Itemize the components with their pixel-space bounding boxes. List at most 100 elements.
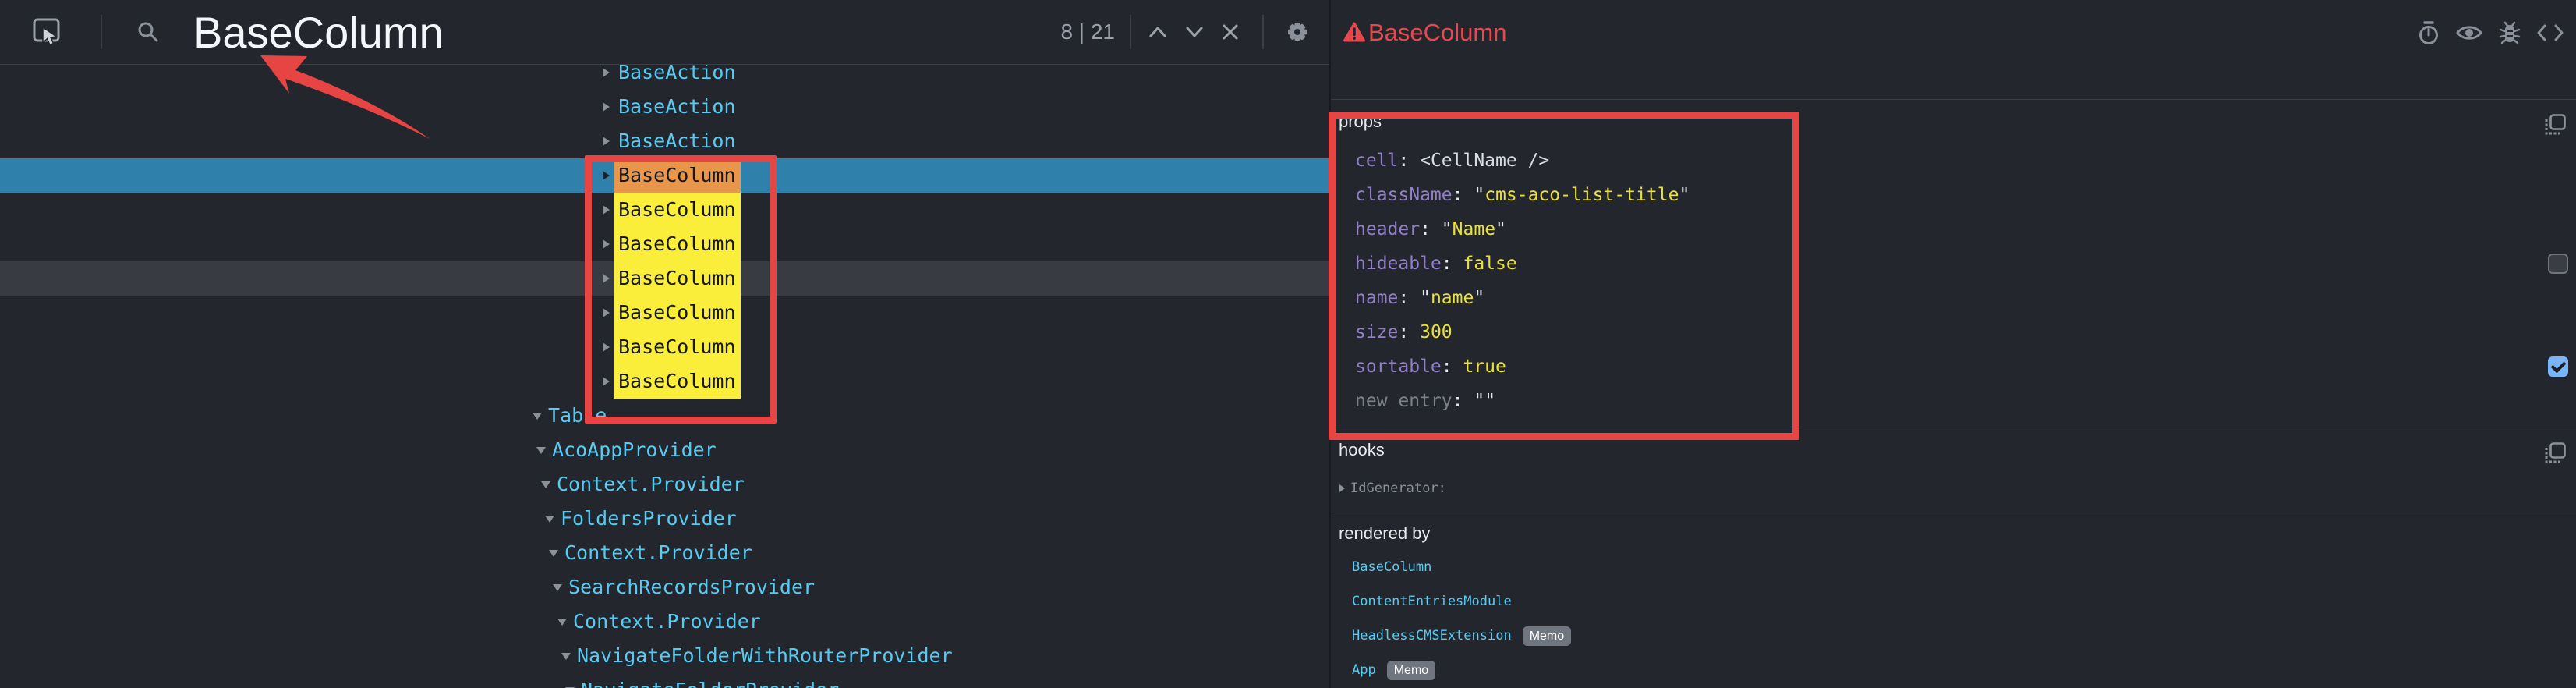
tree-row[interactable]: FoldersProvider bbox=[0, 502, 1329, 536]
tree-row[interactable]: BaseColumn bbox=[0, 296, 1329, 330]
expand-toggle-icon[interactable] bbox=[603, 171, 610, 180]
unchecked-checkbox[interactable] bbox=[2548, 254, 2568, 274]
tree-row[interactable]: BaseAction bbox=[0, 90, 1329, 124]
tree-row[interactable]: BaseAction bbox=[0, 124, 1329, 158]
collapse-toggle-icon[interactable] bbox=[533, 413, 542, 420]
stopwatch-icon bbox=[2417, 20, 2440, 45]
component-name: BaseColumn bbox=[614, 364, 741, 399]
rendered-by-link[interactable]: App bbox=[1352, 653, 1376, 687]
component-name: BaseAction bbox=[618, 90, 736, 124]
props-section: props cell: <CellName />className: "cms-… bbox=[1331, 99, 2576, 427]
prop-value[interactable]: false bbox=[1463, 254, 1516, 274]
prop-value[interactable]: " bbox=[1679, 185, 1690, 205]
prop-value[interactable]: " bbox=[1420, 288, 1431, 308]
prop-value[interactable]: " bbox=[1474, 391, 1484, 411]
prop-value[interactable]: " bbox=[1442, 219, 1453, 239]
prop-value[interactable]: true bbox=[1463, 356, 1506, 377]
view-source-button[interactable] bbox=[2537, 23, 2564, 42]
prop-row: sortable: true bbox=[1331, 349, 2576, 384]
inspect-element-button[interactable] bbox=[30, 15, 64, 49]
rendered-by-label: rendered by bbox=[1339, 522, 2576, 545]
expand-toggle-icon[interactable] bbox=[603, 239, 610, 249]
prop-value: <CellName /> bbox=[1420, 151, 1549, 171]
expand-toggle-icon[interactable] bbox=[603, 137, 610, 146]
component-tree: BaseActionBaseActionBaseActionBaseColumn… bbox=[0, 0, 1329, 688]
collapse-toggle-icon[interactable] bbox=[561, 653, 571, 660]
tree-row[interactable]: Context.Provider bbox=[0, 605, 1329, 639]
copy-icon bbox=[2543, 113, 2567, 137]
tree-row[interactable]: BaseColumn bbox=[0, 330, 1329, 364]
bug-icon bbox=[2498, 20, 2521, 45]
previous-match-button[interactable] bbox=[1141, 15, 1175, 49]
next-match-button[interactable] bbox=[1177, 15, 1212, 49]
chevron-up-icon bbox=[1148, 25, 1167, 39]
copy-props-button[interactable] bbox=[2543, 113, 2568, 138]
rendered-by-list: BaseColumnContentEntriesModuleHeadlessCM… bbox=[1331, 550, 2576, 687]
inspector-header: BaseColumn bbox=[1331, 0, 2576, 100]
tree-row[interactable]: BaseColumn bbox=[0, 227, 1329, 261]
prop-colon: : bbox=[1398, 151, 1420, 171]
rendered-by-link[interactable]: ContentEntriesModule bbox=[1352, 584, 1512, 619]
checked-checkbox[interactable] bbox=[2548, 356, 2568, 377]
tree-row[interactable]: BaseColumn bbox=[0, 193, 1329, 227]
log-to-console-button[interactable] bbox=[2498, 20, 2521, 45]
expand-toggle-icon[interactable] bbox=[1339, 484, 1345, 492]
clear-search-button[interactable] bbox=[1213, 15, 1247, 49]
tree-row[interactable]: AcoAppProvider bbox=[0, 433, 1329, 467]
tree-row[interactable]: Context.Provider bbox=[0, 536, 1329, 570]
prop-value[interactable]: " bbox=[1484, 391, 1495, 411]
expand-toggle-icon[interactable] bbox=[603, 342, 610, 352]
hooks-section-label: hooks bbox=[1339, 438, 2576, 462]
inspect-dom-button[interactable] bbox=[2456, 23, 2482, 43]
collapse-toggle-icon[interactable] bbox=[536, 447, 546, 454]
tree-row[interactable]: BaseColumn bbox=[0, 158, 1329, 193]
expand-toggle-icon[interactable] bbox=[603, 274, 610, 283]
hook-row[interactable]: IdGenerator: bbox=[1331, 471, 2576, 505]
suspend-timer-button[interactable] bbox=[2417, 20, 2440, 45]
chevron-down-icon bbox=[1185, 25, 1204, 39]
prop-value[interactable]: " bbox=[1474, 288, 1484, 308]
expand-toggle-icon[interactable] bbox=[603, 102, 610, 112]
prop-value[interactable]: " bbox=[1474, 185, 1484, 205]
prop-colon: : bbox=[1453, 185, 1474, 205]
expand-toggle-icon[interactable] bbox=[603, 377, 610, 386]
prop-colon: : bbox=[1398, 322, 1420, 342]
component-name: BaseColumn bbox=[614, 193, 741, 227]
tree-row[interactable]: SearchRecordsProvider bbox=[0, 570, 1329, 605]
search-input[interactable] bbox=[192, 6, 975, 58]
tree-row[interactable]: NavigateFolderWithRouterProvider bbox=[0, 639, 1329, 673]
component-name: BaseAction bbox=[618, 124, 736, 158]
tree-toolbar: 8 | 21 bbox=[0, 0, 1329, 65]
prop-value[interactable]: name bbox=[1431, 288, 1474, 308]
prop-value[interactable]: Name bbox=[1453, 219, 1495, 239]
warning-triangle-icon bbox=[1343, 22, 1365, 43]
prop-value[interactable]: " bbox=[1495, 219, 1506, 239]
search-icon bbox=[137, 21, 159, 43]
expand-toggle-icon[interactable] bbox=[603, 205, 610, 215]
tree-row[interactable]: BaseColumn bbox=[0, 364, 1329, 399]
tree-row[interactable]: NavigateFolderProvider bbox=[0, 673, 1329, 688]
expand-toggle-icon[interactable] bbox=[603, 68, 610, 77]
tree-row[interactable]: BaseColumn bbox=[0, 261, 1329, 296]
prop-colon: : bbox=[1442, 254, 1463, 274]
tree-row[interactable]: Context.Provider bbox=[0, 467, 1329, 502]
toolbar-divider bbox=[1262, 15, 1264, 49]
prop-value[interactable]: 300 bbox=[1420, 322, 1453, 342]
tree-row[interactable]: Table bbox=[0, 399, 1329, 433]
component-name: NavigateFolderWithRouterProvider bbox=[577, 639, 953, 673]
rendered-by-link[interactable]: HeadlessCMSExtension bbox=[1352, 619, 1512, 653]
copy-hooks-button[interactable] bbox=[2543, 442, 2568, 466]
prop-key: cell bbox=[1355, 151, 1398, 171]
prop-row: name: "name" bbox=[1331, 281, 2576, 315]
rendered-by-link[interactable]: BaseColumn bbox=[1352, 550, 1431, 584]
settings-button[interactable] bbox=[1280, 15, 1315, 49]
prop-value[interactable]: cms-aco-list-title bbox=[1484, 185, 1679, 205]
prop-key: header bbox=[1355, 219, 1420, 239]
collapse-toggle-icon[interactable] bbox=[557, 619, 567, 626]
collapse-toggle-icon[interactable] bbox=[549, 550, 558, 557]
expand-toggle-icon[interactable] bbox=[603, 308, 610, 317]
code-brackets-icon bbox=[2537, 23, 2564, 42]
collapse-toggle-icon[interactable] bbox=[541, 481, 550, 488]
collapse-toggle-icon[interactable] bbox=[553, 584, 562, 591]
collapse-toggle-icon[interactable] bbox=[545, 516, 554, 523]
